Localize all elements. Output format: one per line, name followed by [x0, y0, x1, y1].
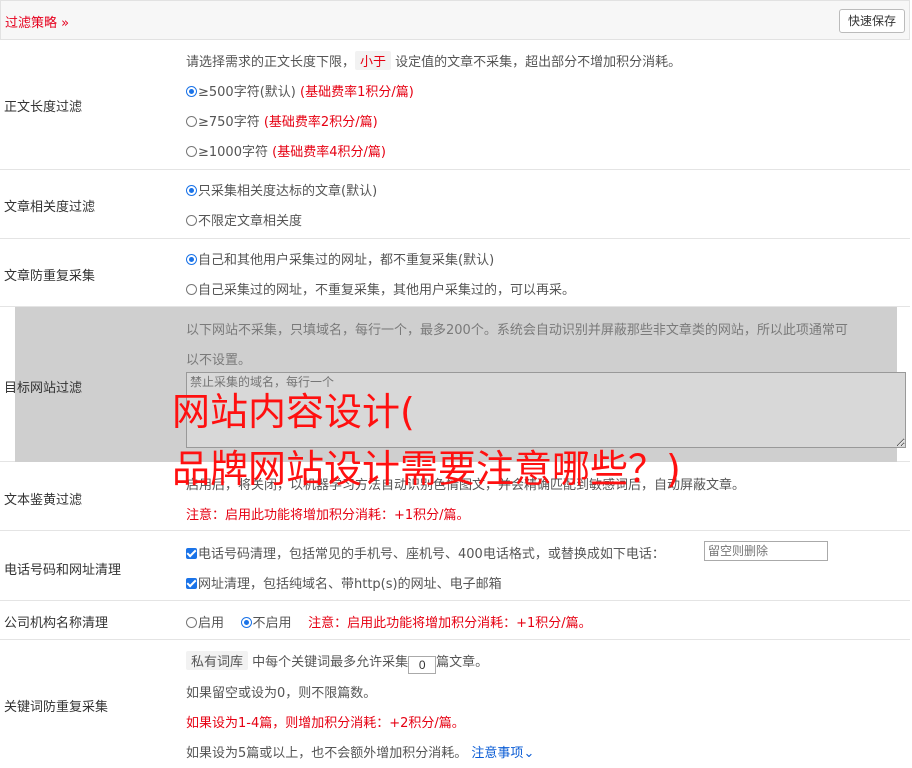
- keyword-dedupe-line4: 如果设为5篇或以上，也不会额外增加积分消耗。 注意事项⌄: [186, 746, 535, 761]
- radio-icon[interactable]: [186, 215, 197, 226]
- radio-selected-icon[interactable]: [240, 617, 252, 628]
- radio-icon[interactable]: [186, 146, 197, 157]
- radio-icon[interactable]: [186, 284, 197, 295]
- private-lexicon-link[interactable]: 私有词库: [186, 651, 249, 670]
- length-option-500[interactable]: ≥500字符(默认) (基础费率1积分/篇): [186, 81, 414, 100]
- radio-selected-icon[interactable]: [186, 185, 197, 196]
- porn-filter-label: 文本鉴黄过滤: [4, 493, 83, 508]
- overlay-title-line1: 网站内容设计(: [172, 390, 415, 434]
- relevance-option-1[interactable]: 只采集相关度达标的文章(默认): [186, 180, 377, 199]
- phone-cleanup-row: 电话号码和网址清理 电话号码清理，包括常见的手机号、座机号、400电话格式，或替…: [0, 531, 910, 601]
- relevance-option-2[interactable]: 不限定文章相关度: [186, 210, 302, 229]
- keyword-dedupe-label: 关键词防重复采集: [4, 700, 109, 715]
- keyword-dedupe-row: 关键词防重复采集 私有词库 中每个关键词最多允许采集篇文章。 如果留空或设为0，…: [0, 640, 910, 768]
- chevron-down-icon: »: [61, 16, 70, 31]
- overlay-title-line2: 品牌网站设计需要注意哪些？): [172, 447, 681, 491]
- url-cleanup-option[interactable]: 网址清理，包括纯域名、带http(s)的网址、电子邮箱: [186, 573, 502, 592]
- company-option-enable[interactable]: 启用: [186, 616, 224, 631]
- checkbox-checked-icon[interactable]: [186, 548, 197, 559]
- length-option-1000[interactable]: ≥1000字符 (基础费率4积分/篇): [186, 141, 386, 160]
- radio-icon[interactable]: [186, 116, 197, 127]
- length-option-750[interactable]: ≥750字符 (基础费率2积分/篇): [186, 111, 378, 130]
- keyword-dedupe-line1: 私有词库 中每个关键词最多允许采集篇文章。: [186, 651, 488, 674]
- company-cleanup-label: 公司机构名称清理: [4, 616, 109, 631]
- radio-selected-icon[interactable]: [186, 86, 197, 97]
- company-cleanup-note: 注意：启用此功能将增加积分消耗：+1积分/篇。: [308, 616, 592, 631]
- notes-link[interactable]: 注意事项⌄: [471, 746, 534, 761]
- porn-filter-note: 注意：启用此功能将增加积分消耗：+1积分/篇。: [186, 508, 470, 523]
- dedupe-option-2[interactable]: 自己采集过的网址，不重复采集，其他用户采集过的，可以再采。: [186, 279, 575, 298]
- radio-selected-icon[interactable]: [186, 254, 197, 265]
- radio-icon[interactable]: [186, 617, 197, 628]
- length-filter-label: 正文长度过滤: [4, 100, 83, 115]
- relevance-row: 文章相关度过滤 只采集相关度达标的文章(默认) 不限定文章相关度: [0, 170, 910, 239]
- dedupe-row: 文章防重复采集 自己和其他用户采集过的网址，都不重复采集(默认) 自己采集过的网…: [0, 239, 910, 307]
- max-articles-input[interactable]: [408, 656, 437, 674]
- relevance-label: 文章相关度过滤: [4, 200, 96, 215]
- target-site-desc-2: 以不设置。: [186, 353, 252, 368]
- phone-cleanup-option[interactable]: 电话号码清理，包括常见的手机号、座机号、400电话格式，或替换成如下电话：: [186, 543, 665, 562]
- company-option-disable[interactable]: 不启用: [240, 616, 292, 631]
- company-cleanup-options: 启用 不启用 注意：启用此功能将增加积分消耗：+1积分/篇。: [186, 612, 592, 631]
- length-filter-desc: 请选择需求的正文长度下限， 小于 设定值的文章不采集，超出部分不增加积分消耗。: [186, 51, 681, 70]
- company-cleanup-row: 公司机构名称清理 启用 不启用 注意：启用此功能将增加积分消耗：+1积分/篇。: [0, 601, 910, 640]
- target-site-desc-1: 以下网站不采集，只填域名，每行一个，最多200个。系统会自动识别并屏蔽那些非文章…: [186, 323, 848, 338]
- dedupe-option-1[interactable]: 自己和其他用户采集过的网址，都不重复采集(默认): [186, 249, 494, 268]
- keyword-dedupe-line3: 如果设为1-4篇，则增加积分消耗：+2积分/篇。: [186, 716, 465, 731]
- phone-cleanup-label: 电话号码和网址清理: [4, 563, 122, 578]
- keyword-dedupe-line2: 如果留空或设为0，则不限篇数。: [186, 686, 377, 701]
- quick-save-button[interactable]: 快速保存: [838, 9, 905, 33]
- checkbox-checked-icon[interactable]: [186, 578, 197, 589]
- target-site-label: 目标网站过滤: [4, 381, 83, 396]
- length-filter-row: 正文长度过滤 请选择需求的正文长度下限， 小于 设定值的文章不采集，超出部分不增加…: [0, 40, 910, 170]
- replace-phone-input[interactable]: [704, 541, 828, 561]
- filter-header: 过滤策略 » 快速保存: [0, 0, 910, 40]
- filter-strategy-toggle[interactable]: 过滤策略 »: [5, 12, 69, 31]
- dedupe-label: 文章防重复采集: [4, 269, 96, 284]
- chevron-down-icon: ⌄: [523, 746, 535, 761]
